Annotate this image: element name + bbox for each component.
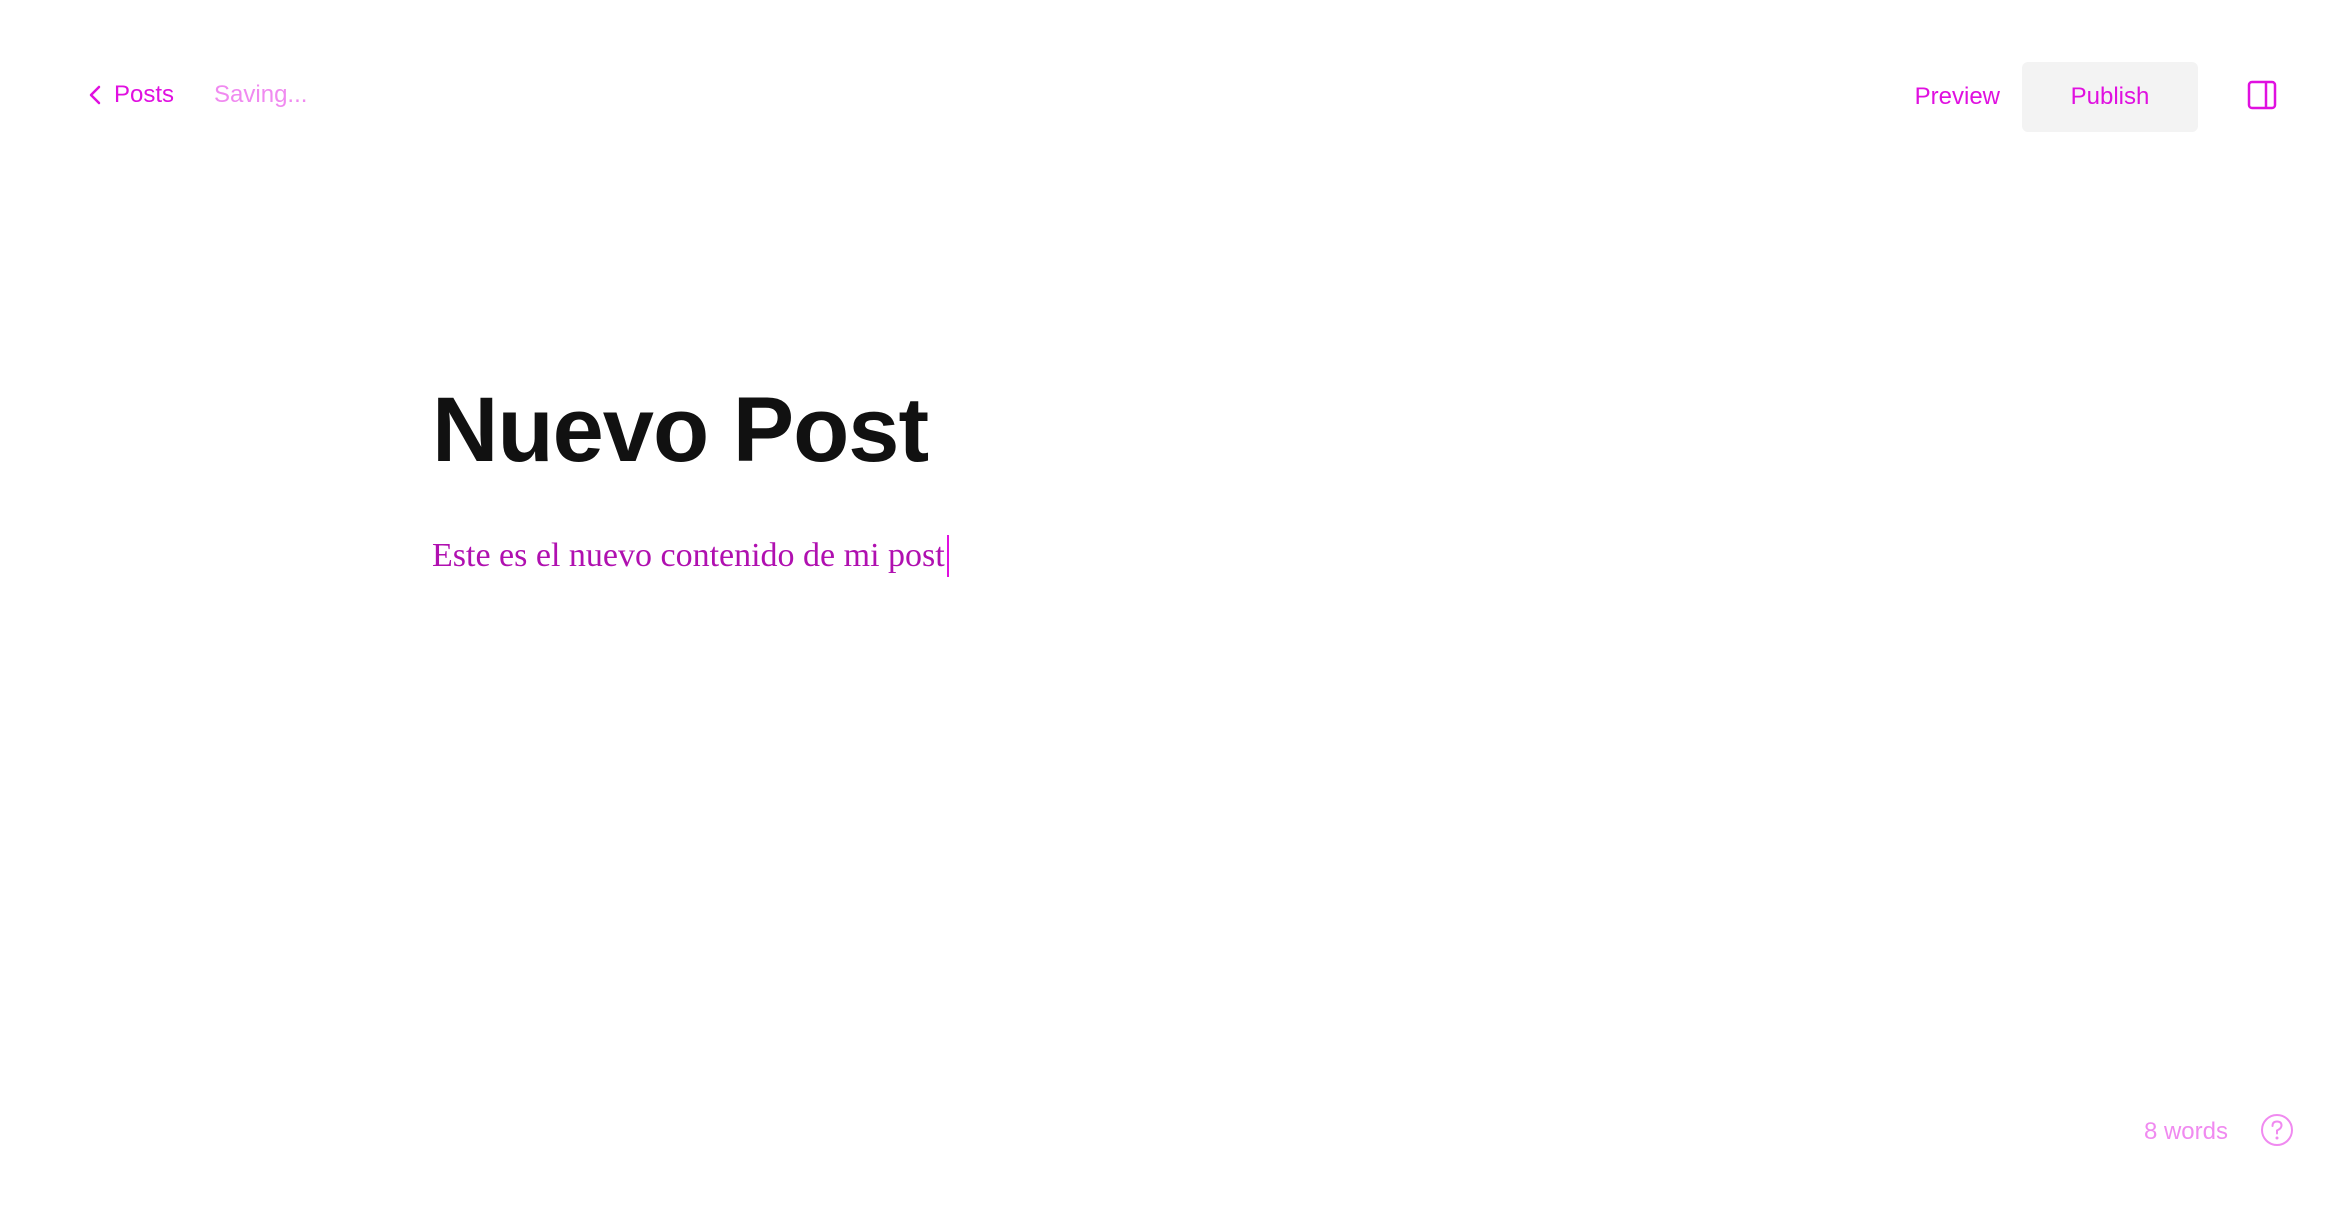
header-right: Preview Publish bbox=[1915, 62, 2278, 132]
save-status: Saving... bbox=[214, 81, 308, 108]
header-left: Posts Saving... bbox=[88, 78, 307, 112]
question-circle-icon bbox=[2260, 1113, 2294, 1152]
editor-window: Posts Saving... Preview Publish Nuevo Po… bbox=[0, 0, 2336, 1208]
footer-right: 8 words bbox=[2143, 1113, 2294, 1152]
text-caret bbox=[946, 535, 949, 577]
publish-button-label: Publish bbox=[2070, 83, 2150, 110]
post-title-input[interactable]: Nuevo Post bbox=[432, 380, 1752, 480]
help-button[interactable] bbox=[2260, 1113, 2294, 1152]
sidebar-toggle-icon bbox=[2247, 80, 2277, 115]
back-to-posts-link[interactable]: Posts bbox=[88, 81, 174, 109]
post-body-text: Este es el nuevo contenido de mi post bbox=[432, 537, 945, 574]
preview-button[interactable]: Preview bbox=[1915, 83, 2000, 111]
publish-button[interactable]: Publish bbox=[2022, 62, 2198, 132]
post-body-editor[interactable]: Este es el nuevo contenido de mi post bbox=[432, 534, 1752, 578]
post-editor: Nuevo Post Este es el nuevo contenido de… bbox=[432, 380, 1752, 578]
sidebar-toggle-button[interactable] bbox=[2246, 80, 2278, 115]
word-count: 8 words bbox=[2143, 1118, 2228, 1145]
back-link-label: Posts bbox=[114, 81, 175, 108]
chevron-left-icon bbox=[88, 84, 102, 106]
